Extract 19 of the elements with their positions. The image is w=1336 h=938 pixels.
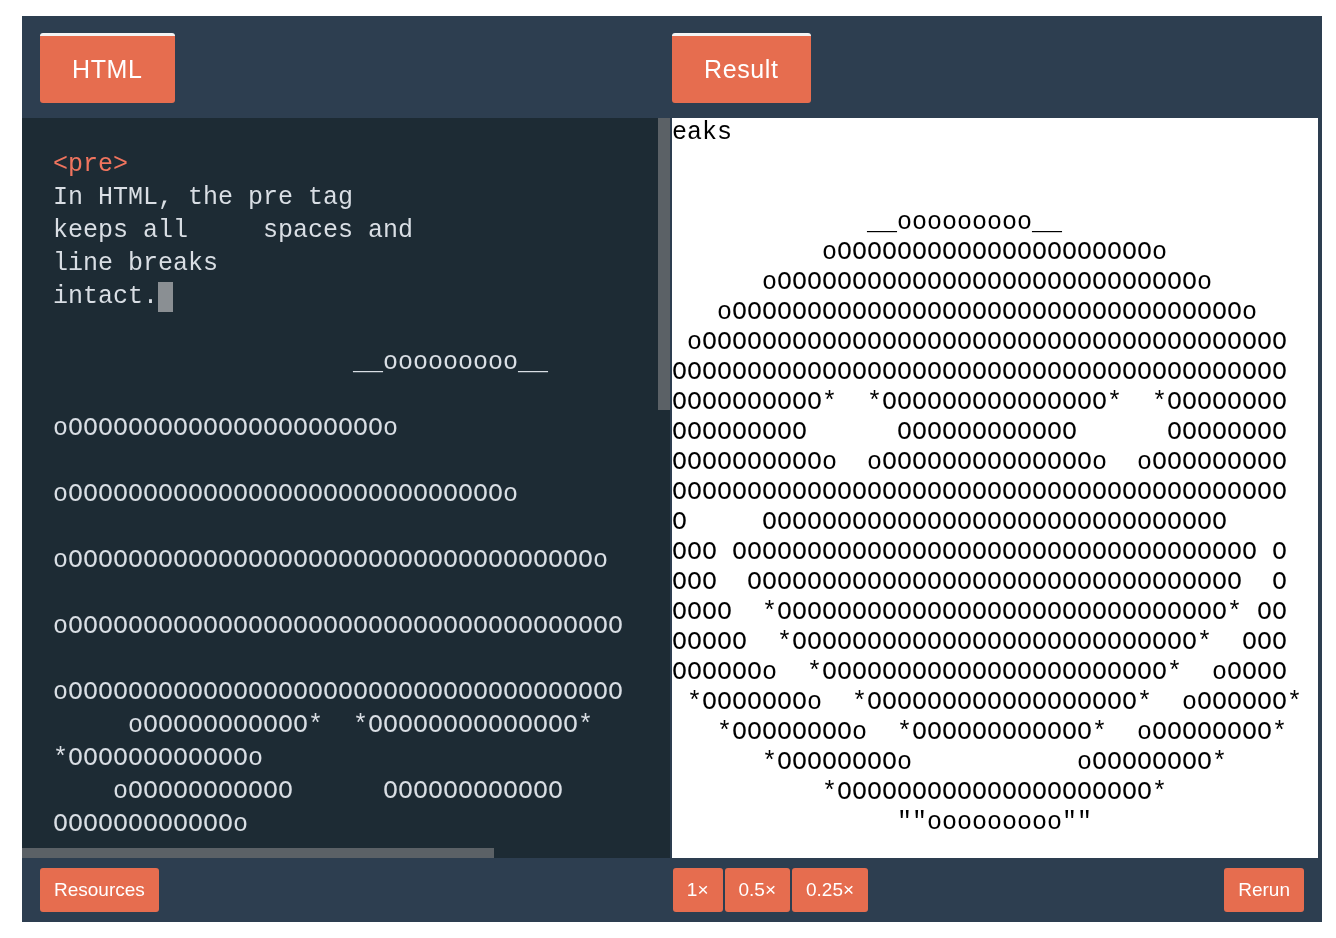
code-line: intact.: [53, 281, 159, 313]
horizontal-scrollbar[interactable]: [22, 848, 494, 858]
zoom-scale-button[interactable]: 0.5×: [724, 868, 790, 912]
zoom-scale-button[interactable]: 1×: [672, 868, 723, 912]
code-line: line breaks: [53, 248, 219, 280]
rerun-button[interactable]: Rerun: [1224, 868, 1304, 912]
result-text: eaks: [672, 118, 733, 148]
text-cursor-icon: [158, 281, 174, 312]
code-editor[interactable]: [22, 118, 670, 858]
html-tab[interactable]: HTML: [40, 33, 175, 103]
resources-button[interactable]: Resources: [40, 868, 159, 912]
result-tab[interactable]: Result: [672, 33, 811, 103]
code-line: In HTML, the pre tag: [53, 182, 354, 214]
code-line: keeps all spaces and: [53, 215, 414, 247]
ascii-art: __ooooooooo__ oOOOOOOOOOOOOOOOOOOOOOo oOOOOOOOOOOOOOOOOOOOOOOOOOOOOo oOOOOOOOOOOOOOOOOOOOOOOOOOOOOOOOOOOo oOOOOOOOOOOOOOOOOOOOOOOOOOOOOOOOOOOOOOOO OOOOOOOOOOOOOOOOOOOOOOOOOOOOOOOOOOOOOOOOO OOOOOOOOOO* *OOOOOOOOOOOOOOO* *OOOOOOOO OOOOOOOOO OOOOOOOOOOOO OOOOOOOO OOOOOOOOOOo oOOOOOOOOOOOOOOo oOOOOOOOOO OOOOOOOOOOOOOOOOOOOOOOOOOOOOOOOOOOOOOOOOO O OOOOOOOOOOOOOOOOOOOOOOOOOOOOOOO OOO OOOOOOOOOOOOOOOOOOOOOOOOOOOOOOOOOOO O OOO OOOOOOOOOOOOOOOOOOOOOOOOOOOOOOOOO O OOOO *OOOOOOOOOOOOOOOOOOOOOOOOOOOOOO* OO OOOOO *OOOOOOOOOOOOOOOOOOOOOOOOOOO* OOO OOOOOOo *OOOOOOOOOOOOOOOOOOOOOOO* oOOOO *OOOOOOOo *OOOOOOOOOOOOOOOOOO* oOOOOOO* *OOOOOOOOo *OOOOOOOOOOOO* oOOOOOOOO* *OOOOOOOOo oOOOOOOOO* *OOOOOOOOOOOOOOOOOOOOO* ""ooooooooo"": [672, 208, 1304, 838]
zoom-scale-button[interactable]: 0.25×: [792, 868, 869, 912]
code-text: __ooooooooo__ oOOOOOOOOOOOOOOOOOOOOOo oOOOOOOOOOOOOOOOOOOOOOOOOOOOOOo oOOOOOOOOOOOOOOOOOOOOOOOOOOOOOOOOOOOo oOOOOOOOOOOOOOOOOOOOOOOOOOOOOOOOOOOOOO oOOOOOOOOOOOOOOOOOOOOOOOOOOOOOOOOOOOOO oOOOOOOOOOOO* *OOOOOOOOOOOOOO* *OOOOOOOOOOOOo oOOOOOOOOOOO OOOOOOOOOOOO OOOOOOOOOOOOo: [53, 347, 625, 841]
vertical-scrollbar[interactable]: [658, 118, 670, 410]
code-tag: <pre>: [53, 148, 670, 181]
